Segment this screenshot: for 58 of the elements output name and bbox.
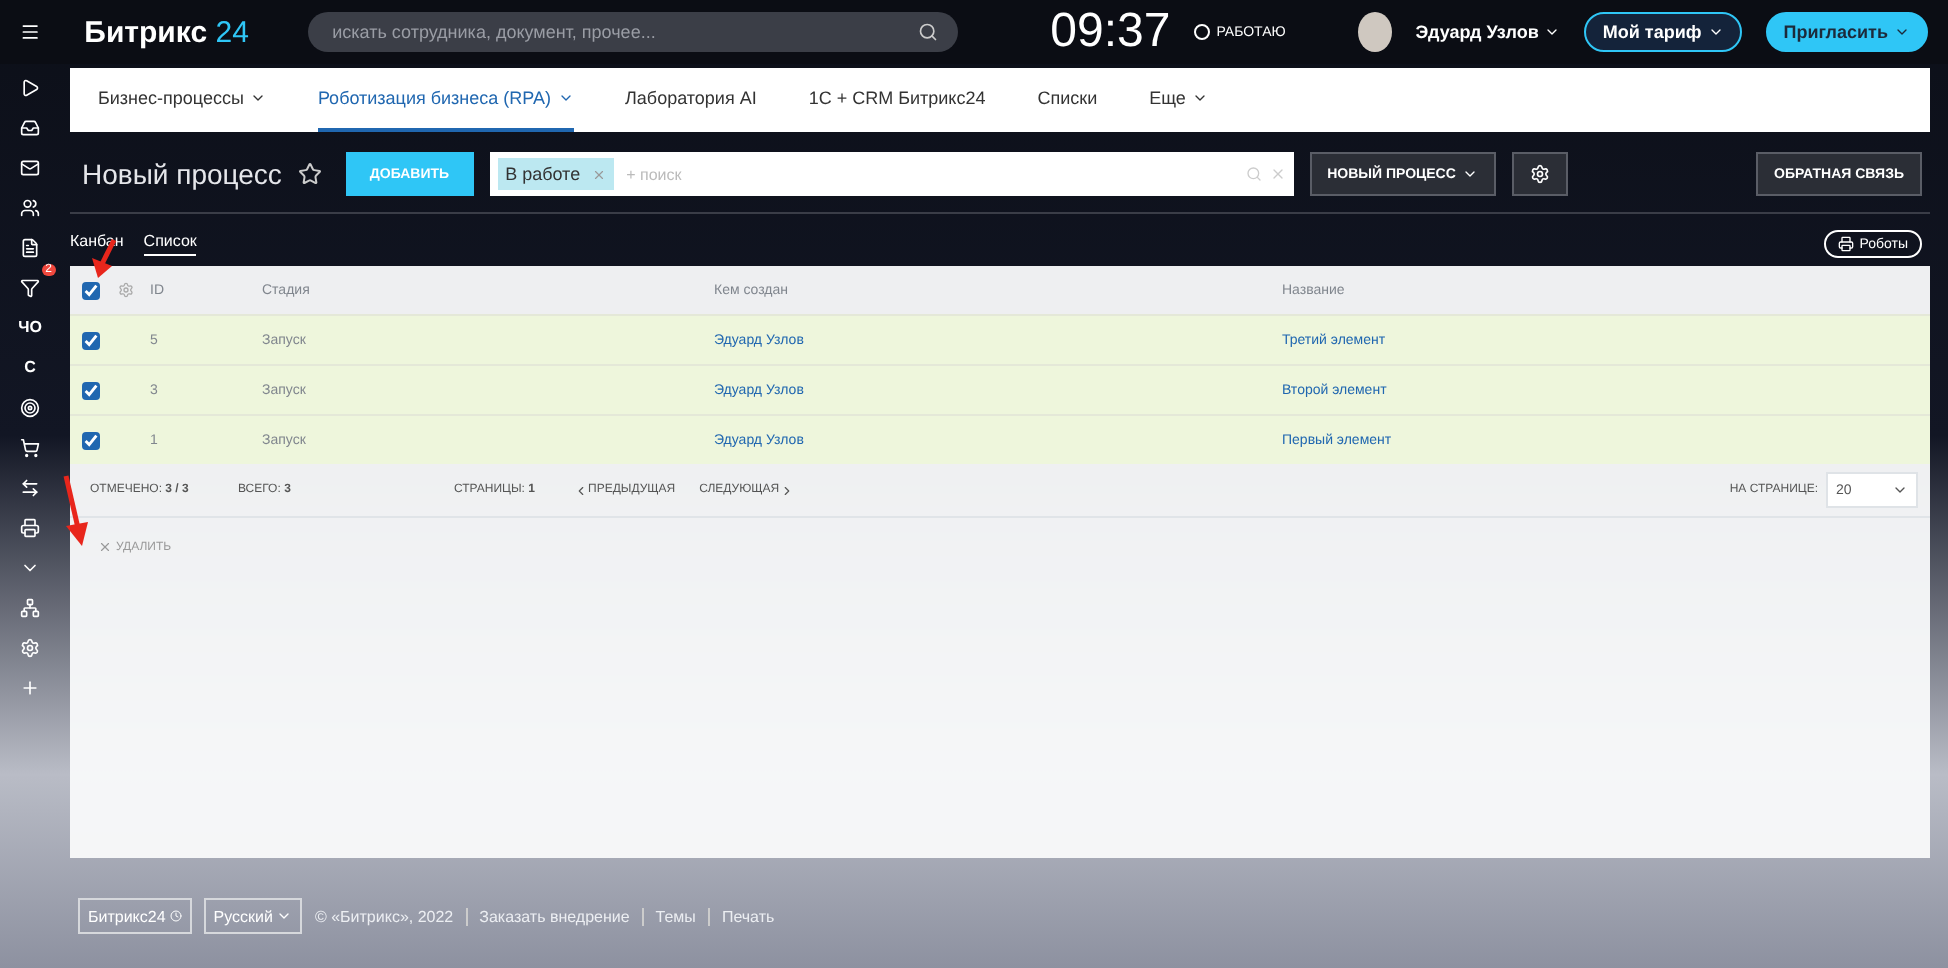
page-title: Новый процесс (82, 158, 282, 190)
user-name[interactable]: Эдуард Узлов (1415, 22, 1561, 42)
avatar[interactable] (1357, 12, 1392, 52)
view-tab[interactable]: Список (143, 232, 197, 256)
caret-icon (557, 90, 573, 106)
search-field[interactable]: искать сотрудника, документ, прочее... (308, 12, 959, 52)
nav-tab[interactable]: Лаборатория AI (625, 68, 757, 132)
inbox-icon[interactable] (20, 118, 40, 138)
caret-icon (1707, 24, 1724, 40)
cart-icon[interactable] (20, 438, 40, 458)
swap-icon[interactable] (20, 478, 40, 498)
close-icon (98, 540, 112, 554)
sidebar-label[interactable]: ЧО (18, 312, 42, 344)
menu-icon[interactable] (20, 20, 41, 44)
nav-tab[interactable]: Списки (1037, 68, 1098, 132)
caret-icon (276, 908, 293, 924)
nav-tab[interactable]: Бизнес-процессы (98, 68, 266, 132)
caret-icon (1461, 166, 1478, 182)
row-checkbox[interactable] (82, 431, 100, 449)
search-input[interactable]: искать сотрудника, документ, прочее... (328, 20, 919, 44)
filter-icon[interactable] (20, 278, 40, 298)
nav-tab[interactable]: Роботизация бизнеса (RPA) (317, 68, 573, 132)
printer-icon (1837, 236, 1854, 252)
filter-tag[interactable]: В работе (497, 158, 615, 190)
search-icon (918, 22, 939, 42)
play-icon[interactable] (20, 78, 40, 98)
row-checkbox[interactable] (82, 331, 100, 349)
caret-icon (1893, 24, 1910, 40)
settings-icon (1529, 164, 1550, 184)
clock-time: 09:37 (1050, 4, 1171, 60)
select-all-checkbox[interactable] (82, 281, 100, 299)
row-checkbox[interactable] (82, 381, 100, 399)
caret-icon (1544, 24, 1561, 40)
people-icon[interactable] (20, 198, 40, 218)
plus-icon[interactable] (20, 678, 40, 698)
copyright-text: © «Битрикс», 2022 (314, 907, 454, 925)
nav-tab[interactable]: Еще (1149, 68, 1208, 132)
clock-icon (169, 910, 182, 922)
caret-icon (1191, 90, 1208, 106)
tariff-button[interactable]: Мой тариф (1584, 12, 1742, 52)
document-icon[interactable] (20, 238, 40, 258)
hierarchy-icon[interactable] (20, 598, 40, 618)
caret-icon (1892, 482, 1908, 498)
nav-tab[interactable]: 1С + CRM Битрикс24 (808, 68, 986, 132)
logo: Битрикс 24 (84, 15, 251, 49)
printer-icon[interactable] (20, 518, 40, 538)
filter-field[interactable]: В работе + поиск (489, 152, 1294, 196)
arrow-icon (60, 472, 92, 548)
caret-icon (249, 90, 266, 106)
sidebar-label[interactable]: С (24, 352, 36, 384)
mail-icon[interactable] (20, 158, 40, 178)
invite-button[interactable]: Пригласить (1765, 12, 1928, 52)
star-icon[interactable] (297, 162, 322, 186)
chevron-left-icon (574, 483, 588, 497)
target-icon[interactable] (20, 398, 40, 418)
search-icon (1245, 166, 1262, 182)
settings-button[interactable] (1511, 152, 1568, 196)
chevron-right-icon (779, 483, 794, 497)
